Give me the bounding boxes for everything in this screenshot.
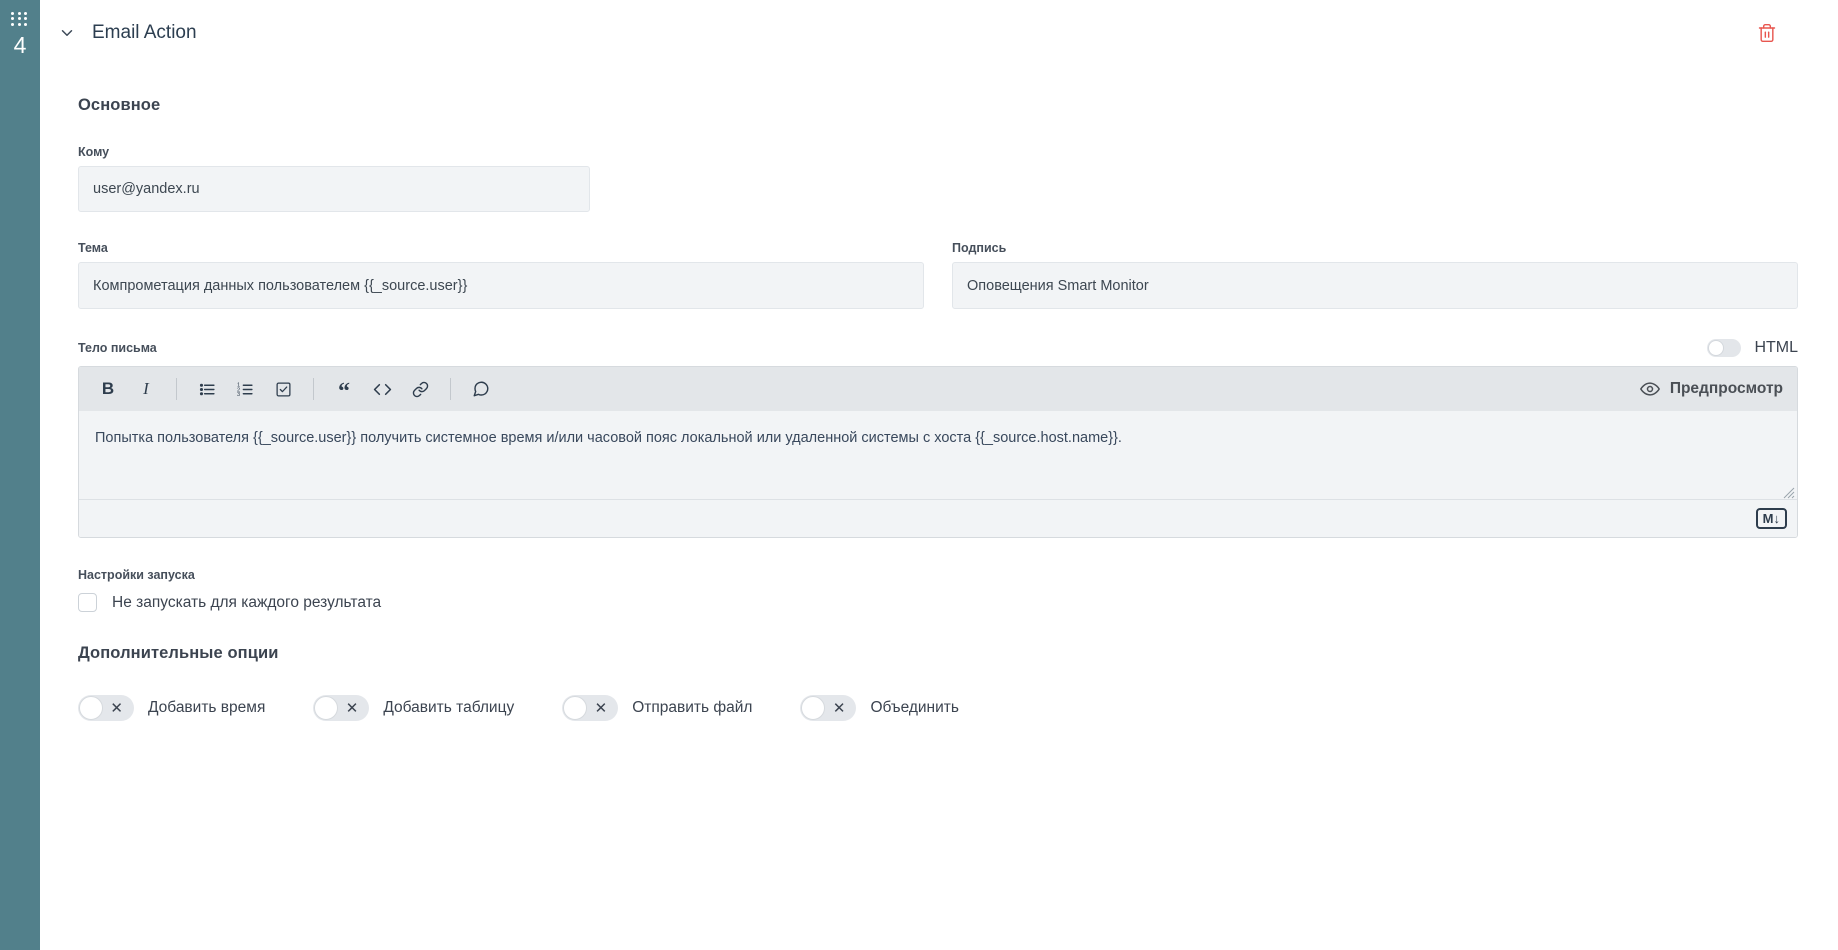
subject-signature-row: Тема Компрометация данных пользователем … bbox=[78, 241, 1798, 309]
body-textarea[interactable]: Попытка пользователя {{_source.user}} по… bbox=[79, 411, 1797, 499]
markdown-editor: B I 123 “ Предпросмотр Попытка пользоват… bbox=[78, 366, 1798, 538]
html-toggle[interactable] bbox=[1707, 339, 1742, 357]
body-section: Тело письма HTML B I 1 2 3 “ Предпросмот… bbox=[78, 339, 1798, 538]
chevron-down-icon[interactable] bbox=[56, 22, 78, 44]
html-toggle-label: HTML bbox=[1754, 339, 1798, 356]
label-signature: Подпись bbox=[952, 241, 1007, 255]
step-number: 4 bbox=[13, 32, 27, 58]
additional-options-title: Дополнительные опции bbox=[78, 644, 279, 662]
body-text: Попытка пользователя {{_source.user}} по… bbox=[95, 430, 1122, 446]
main-content: Email Action Основное Кому user@yandex.r… bbox=[40, 0, 1838, 950]
add-table-toggle[interactable]: ✕ bbox=[313, 695, 370, 721]
label-subject: Тема bbox=[78, 241, 108, 255]
label-body: Тело письма bbox=[78, 341, 157, 355]
send-file-label: Отправить файл bbox=[632, 699, 753, 716]
eye-icon bbox=[1639, 382, 1660, 396]
form-content: Основное Кому user@yandex.ru Тема Компро… bbox=[40, 96, 1838, 721]
add-time-toggle[interactable]: ✕ bbox=[78, 695, 134, 721]
italic-icon[interactable]: I bbox=[131, 374, 161, 404]
preview-label: Предпросмотр bbox=[1669, 380, 1783, 397]
toolbar-divider bbox=[450, 378, 451, 400]
markdown-badge[interactable]: M ↓ bbox=[1755, 508, 1787, 529]
editor-toolbar: B I 123 “ Предпросмотр bbox=[79, 367, 1797, 411]
step-sidebar: 4 bbox=[0, 0, 40, 950]
add-table-label: Добавить таблицу bbox=[383, 699, 515, 716]
email-action-panel: 4 Email Action Основное Кому user@yandex… bbox=[0, 0, 1838, 950]
additional-options-row: ✕ Добавить время ✕ Добавить таблицу ✕ От… bbox=[78, 695, 1798, 721]
field-to: Кому user@yandex.ru bbox=[78, 145, 590, 212]
x-icon: ✕ bbox=[110, 699, 123, 717]
html-toggle-group: HTML bbox=[1707, 339, 1798, 357]
merge-toggle[interactable]: ✕ bbox=[800, 695, 857, 721]
quote-icon[interactable]: “ bbox=[329, 374, 359, 404]
comment-icon[interactable] bbox=[466, 374, 496, 404]
merge-label: Объединить bbox=[870, 699, 959, 716]
to-input[interactable]: user@yandex.ru bbox=[78, 166, 590, 212]
option-merge: ✕ Объединить bbox=[800, 695, 959, 721]
x-icon: ✕ bbox=[594, 699, 608, 717]
code-icon[interactable] bbox=[367, 374, 397, 404]
editor-footer: M ↓ bbox=[79, 499, 1797, 537]
option-add-time: ✕ Добавить время bbox=[78, 695, 265, 721]
send-file-toggle[interactable]: ✕ bbox=[562, 695, 619, 721]
label-to: Кому bbox=[78, 145, 110, 159]
no-run-each-result-label: Не запускать для каждого результата bbox=[112, 593, 382, 611]
svg-text:3: 3 bbox=[237, 391, 240, 397]
subject-input[interactable]: Компрометация данных пользователем {{_so… bbox=[78, 262, 924, 309]
bold-icon[interactable]: B bbox=[93, 374, 123, 404]
preview-button[interactable]: Предпросмотр bbox=[1639, 379, 1783, 399]
x-icon: ✕ bbox=[832, 699, 846, 717]
field-signature: Подпись Оповещения Smart Monitor bbox=[952, 241, 1798, 309]
markdown-badge-arrow: ↓ bbox=[1773, 511, 1781, 526]
option-add-table: ✕ Добавить таблицу bbox=[313, 695, 514, 721]
checkbox-list-icon[interactable] bbox=[268, 374, 298, 404]
resize-handle[interactable] bbox=[1783, 485, 1795, 499]
drag-dots-icon[interactable] bbox=[11, 12, 29, 26]
option-send-file: ✕ Отправить файл bbox=[562, 695, 752, 721]
section-title-basic: Основное bbox=[78, 96, 161, 114]
no-run-each-result-checkbox[interactable] bbox=[78, 593, 97, 612]
markdown-badge-letter: M bbox=[1762, 511, 1774, 526]
body-header-row: Тело письма HTML bbox=[78, 339, 1798, 357]
additional-options-section: Дополнительные опции ✕ Добавить время ✕ … bbox=[78, 644, 1798, 721]
toolbar-divider bbox=[313, 378, 314, 400]
launch-settings-title: Настройки запуска bbox=[78, 568, 195, 582]
trash-icon[interactable] bbox=[1754, 20, 1780, 46]
link-icon[interactable] bbox=[405, 374, 435, 404]
page-title: Email Action bbox=[92, 22, 197, 43]
toolbar-divider bbox=[176, 378, 177, 400]
x-icon: ✕ bbox=[345, 699, 359, 717]
launch-settings-section: Настройки запуска Не запускать для каждо… bbox=[78, 568, 1798, 612]
ordered-list-icon[interactable]: 123 bbox=[230, 374, 260, 404]
bullet-list-icon[interactable] bbox=[192, 374, 222, 404]
field-subject: Тема Компрометация данных пользователем … bbox=[78, 241, 924, 309]
signature-input[interactable]: Оповещения Smart Monitor bbox=[952, 262, 1798, 309]
panel-header: Email Action bbox=[40, 0, 1838, 66]
add-time-label: Добавить время bbox=[148, 699, 266, 716]
launch-checkbox-row: Не запускать для каждого результата bbox=[78, 593, 1798, 612]
